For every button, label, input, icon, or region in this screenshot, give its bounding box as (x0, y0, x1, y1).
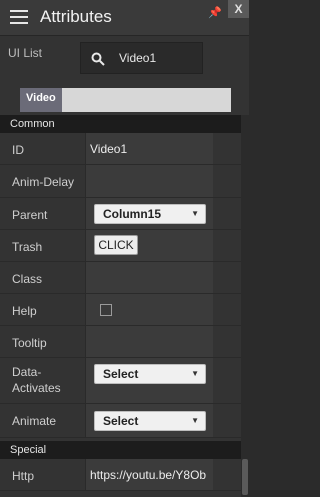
chevron-down-icon: ▼ (191, 416, 199, 425)
panel-header: Attributes 📌 X (0, 0, 249, 36)
uilist-search-box[interactable]: Video1 (80, 42, 203, 74)
section-special: Special (0, 441, 241, 459)
id-field[interactable]: Video1 (85, 133, 213, 164)
parent-cell: Column15 ▼ (85, 198, 213, 229)
row-label: Tooltip (12, 336, 47, 350)
row-label: Trash (12, 240, 43, 254)
row-label: Data- Activates (12, 364, 61, 396)
help-checkbox[interactable] (100, 304, 112, 316)
row-label: Anim-Delay (12, 175, 75, 189)
common-rows: ID Video1 Anim-Delay Parent Column15 ▼ T… (0, 133, 241, 438)
close-icon[interactable]: X (228, 0, 249, 18)
row-label: Http (12, 469, 35, 483)
menu-icon[interactable] (10, 10, 28, 26)
parent-select[interactable]: Column15 ▼ (94, 204, 206, 224)
row-label: Parent (12, 208, 48, 222)
row-label: Help (12, 304, 37, 318)
row-label: Animate (12, 414, 57, 428)
tooltip-field[interactable] (85, 326, 213, 357)
animate-select[interactable]: Select ▼ (94, 411, 206, 431)
row-data-activates: Data- Activates Select ▼ (0, 358, 241, 404)
http-field[interactable]: https://youtu.be/Y8Ob (85, 459, 213, 490)
data-activates-label-line1: Data- (12, 365, 42, 379)
parent-value: Column15 (103, 207, 162, 221)
anim-delay-field[interactable] (85, 165, 213, 197)
help-cell (85, 294, 213, 325)
row-tooltip: Tooltip (0, 326, 241, 358)
http-value: https://youtu.be/Y8Ob (90, 468, 207, 482)
uilist-value: Video1 (119, 51, 157, 65)
scroll-thumb[interactable] (242, 459, 248, 495)
attributes-panel: Attributes 📌 X UI List Video1 Video Comm… (0, 0, 249, 497)
search-icon (91, 52, 105, 66)
chevron-down-icon: ▼ (191, 369, 199, 378)
data-activates-cell: Select ▼ (85, 358, 213, 403)
chevron-down-icon: ▼ (191, 209, 199, 218)
tab-video[interactable]: Video (20, 88, 62, 112)
data-activates-value: Select (103, 367, 139, 381)
row-http: Http https://youtu.be/Y8Ob (0, 459, 241, 491)
panel-title: Attributes (40, 7, 112, 26)
row-label: Class (12, 272, 43, 286)
tab-bar: Video (20, 88, 231, 112)
row-id: ID Video1 (0, 133, 241, 165)
row-trash: Trash CLICK (0, 230, 241, 262)
scrollbar[interactable] (241, 115, 249, 497)
row-class: Class (0, 262, 241, 294)
section-common: Common (0, 115, 241, 133)
data-activates-select[interactable]: Select ▼ (94, 364, 206, 384)
class-field[interactable] (85, 262, 213, 293)
row-label: ID (12, 143, 24, 157)
uilist-label: UI List (8, 46, 43, 60)
animate-cell: Select ▼ (85, 404, 213, 437)
row-parent: Parent Column15 ▼ (0, 198, 241, 230)
pin-icon[interactable]: 📌 (208, 6, 222, 19)
trash-cell: CLICK (85, 230, 213, 261)
id-value: Video1 (90, 142, 128, 156)
row-anim-delay: Anim-Delay (0, 165, 241, 198)
animate-value: Select (103, 414, 139, 428)
data-activates-label-line2: Activates (12, 381, 61, 395)
row-help: Help (0, 294, 241, 326)
row-animate: Animate Select ▼ (0, 404, 241, 438)
trash-click-button[interactable]: CLICK (94, 235, 138, 255)
